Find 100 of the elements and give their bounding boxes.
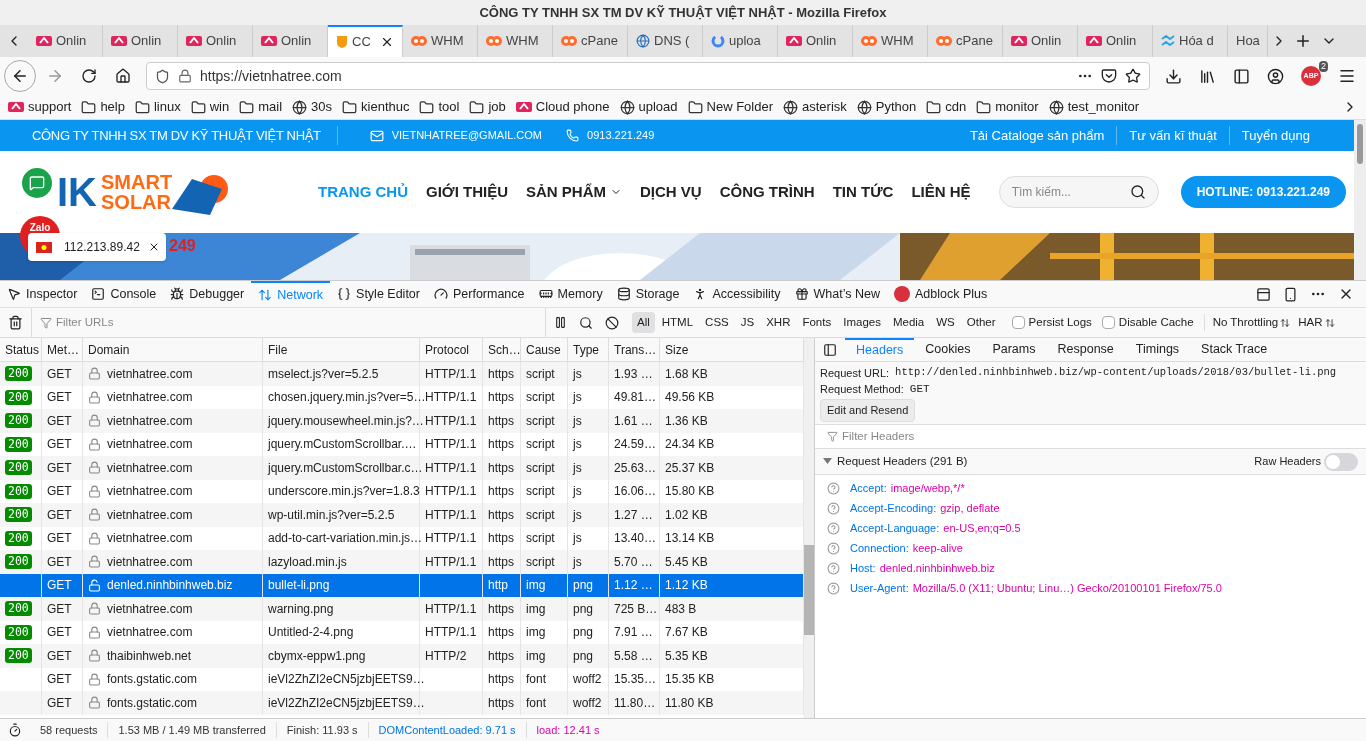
bookmark[interactable]: win	[190, 97, 230, 117]
details-tab[interactable]: Stack Trace	[1190, 338, 1279, 361]
bookmark[interactable]: mail	[239, 97, 283, 117]
throttling-select[interactable]: No Throttling	[1203, 313, 1291, 332]
search-icon[interactable]	[1129, 184, 1146, 200]
request-row[interactable]: 200 GET vietnhatree.com mselect.js?ver=5.2.5 HTTP/1.1 https script js 1.93 … 1.68 KB	[0, 362, 804, 386]
star-icon[interactable]	[1125, 68, 1141, 84]
checkbox[interactable]	[1101, 316, 1115, 329]
panel-toggle-icon[interactable]	[823, 342, 837, 357]
devtools-tab[interactable]: Storage	[609, 281, 687, 307]
request-row[interactable]: 200 GET vietnhatree.com jquery.mCustomScrollbar.c… HTTP/1.1 https script js 25.63… 25.37 KB	[0, 456, 804, 480]
request-row[interactable]: 200 GET vietnhatree.com lazyload.min.js HTTP/1.1 https script js 5.70 … 5.45 KB	[0, 550, 804, 574]
devtools-tab[interactable]: Memory	[531, 281, 610, 307]
help-icon[interactable]	[827, 481, 840, 495]
devtools-tab[interactable]: Style Editor	[330, 281, 427, 307]
address-bar[interactable]: https://vietnhatree.com	[146, 62, 1150, 90]
column-header[interactable]: Domain	[83, 338, 263, 361]
devtools-tab[interactable]: Performance	[426, 281, 532, 307]
devtools-tab[interactable]: Accessibility	[686, 281, 788, 307]
details-tab[interactable]: Response	[1046, 338, 1125, 361]
bookmark[interactable]: linux	[134, 97, 181, 117]
devtools-tab[interactable]: Inspector	[0, 281, 85, 307]
devtools-tab[interactable]: What’s New	[787, 281, 887, 307]
nav-link[interactable]: GIỚI THIỆU	[426, 180, 508, 204]
section-header[interactable]: Request Headers (291 B) Raw Headers	[815, 449, 1366, 475]
url-filter-field[interactable]: Filter URLs	[31, 308, 546, 337]
checkbox[interactable]	[1011, 316, 1025, 329]
responsive-icon[interactable]	[1283, 286, 1298, 302]
bookmark[interactable]: upload	[619, 97, 678, 117]
bookmark[interactable]: tool	[419, 97, 460, 117]
nav-link[interactable]: DỊCH VỤ	[640, 180, 702, 204]
status-text: 1.53 MB / 1.49 MB transferred	[107, 721, 276, 739]
option-checkbox[interactable]: Disable Cache	[1101, 313, 1194, 332]
request-row[interactable]: 200 GET vietnhatree.com warning.png HTTP/1.1 https img png 725 B… 483 B	[0, 597, 804, 621]
bookmark[interactable]: job	[469, 97, 506, 117]
details-tab[interactable]: Params	[981, 338, 1047, 361]
type-filter[interactable]: CSS	[700, 311, 734, 334]
request-row[interactable]: GET denled.ninhbinhweb.biz bullet-li.png http img png 1.12 … 1.12 KB	[0, 573, 804, 597]
browser-tab[interactable]: CC	[328, 25, 403, 57]
type-filter[interactable]: HTML	[656, 311, 699, 334]
raw-headers-toggle[interactable]	[1324, 452, 1358, 471]
request-row[interactable]: 200 GET vietnhatree.com jquery.mousewheel.min.js?…HTTP/1.1 https script js 1.61 … 1.36 KB	[0, 409, 804, 433]
close-icon[interactable]	[380, 35, 394, 49]
table-scrollbar[interactable]	[804, 338, 814, 718]
pause-icon[interactable]	[554, 316, 567, 329]
column-header[interactable]: Protocol	[420, 338, 483, 361]
option-checkbox[interactable]: Persist Logs	[1011, 313, 1092, 332]
column-header[interactable]: Met…	[42, 338, 83, 361]
devtools-tab[interactable]: Debugger	[163, 281, 252, 307]
bookmark[interactable]: New Folder	[687, 97, 774, 117]
nav-link[interactable]: SẢN PHẨM	[525, 180, 622, 204]
folder-icon	[926, 99, 942, 115]
nav-link[interactable]: CÔNG TRÌNH	[719, 180, 815, 204]
column-header[interactable]: Cause	[521, 338, 568, 361]
page-scrollbar[interactable]	[1354, 120, 1366, 280]
column-header[interactable]: Trans…	[609, 338, 660, 361]
bookmark[interactable]: Python	[856, 97, 917, 117]
type-filter[interactable]: All	[632, 311, 655, 334]
search-icon[interactable]	[579, 315, 593, 330]
type-filter[interactable]: Other	[961, 311, 1001, 334]
column-header[interactable]: Sch…	[483, 338, 521, 361]
bookmark[interactable]: monitor	[976, 97, 1039, 117]
type-filter[interactable]: JS	[735, 311, 760, 334]
help-icon[interactable]	[827, 521, 840, 535]
bookmark[interactable]: kienthuc	[342, 97, 410, 117]
type-filter[interactable]: Images	[838, 311, 886, 334]
table-cell: GET	[42, 691, 83, 715]
block-icon[interactable]	[605, 315, 619, 330]
help-icon[interactable]	[827, 541, 840, 555]
bookmark[interactable]: 30s	[292, 97, 333, 117]
type-filter[interactable]: XHR	[761, 311, 796, 334]
devtools-tab[interactable]: Console	[84, 281, 164, 307]
request-row[interactable]: 200 GET vietnhatree.com wp-util.min.js?ver=5.2.5 HTTP/1.1 https script js 1.27 … 1.02 KB	[0, 503, 804, 527]
bookmark[interactable]: asterisk	[783, 97, 847, 117]
edit-resend-button[interactable]: Edit and Resend	[820, 399, 916, 422]
request-row[interactable]: GET fonts.gstatic.com ieVl2ZhZI2eCN5jzbjEETS9… https font woff2 11.80… 11.80 KB	[0, 691, 804, 715]
details-tab[interactable]: Cookies	[914, 338, 982, 361]
bookmark[interactable]: Cloud phone	[515, 97, 610, 117]
nav-link[interactable]: LIÊN HỆ	[911, 180, 971, 204]
bookmark[interactable]: test_monitor	[1048, 97, 1140, 117]
dock-icon[interactable]	[1256, 286, 1271, 302]
details-tab[interactable]: Timings	[1124, 338, 1191, 361]
column-header[interactable]: Type	[568, 338, 609, 361]
type-filter[interactable]: WS	[931, 311, 960, 334]
nav-link[interactable]: TIN TỨC	[832, 180, 894, 204]
column-header[interactable]: File	[263, 338, 420, 361]
request-row[interactable]: 200 GET thaibinhweb.net cbymx-eppw1.png HTTP/2 https img png 5.58 … 5.35 KB	[0, 644, 804, 668]
help-icon[interactable]	[827, 501, 840, 515]
har-menu[interactable]: HAR	[1298, 313, 1335, 332]
bookmark[interactable]: cdn	[926, 97, 967, 117]
column-header[interactable]: Status	[0, 338, 42, 361]
pocket-icon[interactable]	[1101, 68, 1117, 84]
bookmark[interactable]: help	[81, 97, 125, 117]
help-icon[interactable]	[827, 561, 840, 575]
help-icon[interactable]	[827, 581, 840, 595]
bookmark[interactable]: support	[8, 97, 72, 117]
table-cell-text: bullet-li.png	[268, 577, 330, 595]
type-filter[interactable]: Media	[887, 311, 930, 334]
type-filter[interactable]: Fonts	[797, 311, 837, 334]
devtools-tab[interactable]: Adblock Plus	[887, 281, 995, 307]
